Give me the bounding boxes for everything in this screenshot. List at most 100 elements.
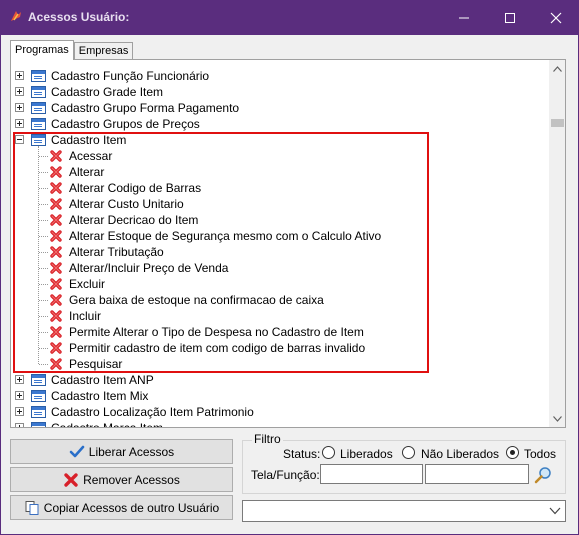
- tree-connector: [39, 364, 48, 365]
- radio-todos-label[interactable]: Todos: [524, 447, 556, 461]
- copiar-acessos-button[interactable]: Copiar Acessos de outro Usuário: [10, 495, 233, 520]
- tela-funcao-name-field[interactable]: [425, 464, 529, 484]
- tree-node[interactable]: Cadastro Localização Item Patrimonio: [11, 404, 549, 420]
- remover-acessos-label: Remover Acessos: [83, 472, 180, 487]
- denied-icon: [50, 294, 62, 306]
- liberar-acessos-label: Liberar Acessos: [88, 444, 175, 459]
- tree-permission[interactable]: Alterar Tributação: [11, 244, 549, 260]
- denied-icon: [50, 166, 62, 178]
- tree-permission-label: Alterar Estoque de Segurança mesmo com o…: [69, 229, 382, 243]
- tree-permission-label: Incluir: [69, 309, 102, 323]
- radio-liberados[interactable]: [322, 446, 335, 459]
- form-icon: [31, 70, 46, 82]
- denied-icon: [50, 230, 62, 242]
- app-icon: [11, 11, 21, 21]
- denied-icon: [50, 246, 62, 258]
- form-icon: [31, 118, 46, 130]
- tree-permission-label: Permitir cadastro de item com codigo de …: [69, 341, 366, 355]
- tree-node[interactable]: Cadastro Item: [11, 132, 549, 148]
- window-title: Acessos Usuário:: [28, 10, 130, 24]
- radio-nao-liberados-label[interactable]: Não Liberados: [421, 447, 499, 461]
- maximize-button[interactable]: [487, 0, 533, 35]
- expand-icon[interactable]: [15, 407, 24, 416]
- tree-permission[interactable]: Alterar: [11, 164, 549, 180]
- tree-node[interactable]: Cadastro Marca Item: [11, 420, 549, 427]
- tree-permission-label: Pesquisar: [69, 357, 123, 371]
- tree-node[interactable]: Cadastro Item Mix: [11, 388, 549, 404]
- search-icon[interactable]: [533, 465, 553, 485]
- denied-icon: [50, 310, 62, 322]
- tela-funcao-code-field[interactable]: [320, 464, 423, 484]
- tree-permission-label: Acessar: [69, 149, 113, 163]
- maximize-icon: [505, 12, 515, 23]
- tree-node[interactable]: Cadastro Grupo Forma Pagamento: [11, 100, 549, 116]
- tree-node[interactable]: Cadastro Item ANP: [11, 372, 549, 388]
- tree-permission[interactable]: Alterar Estoque de Segurança mesmo com o…: [11, 228, 549, 244]
- copy-icon: [25, 500, 39, 515]
- expand-icon[interactable]: [15, 103, 24, 112]
- tree-permission[interactable]: Permitir cadastro de item com codigo de …: [11, 340, 549, 356]
- tree-connector: [39, 316, 48, 317]
- tree-permission-label: Excluir: [69, 277, 106, 291]
- tab-empresas[interactable]: Empresas: [73, 42, 134, 60]
- tree-node-label: Cadastro Item Mix: [51, 389, 149, 403]
- tree-connector: [39, 252, 48, 253]
- scroll-thumb[interactable]: [551, 119, 564, 127]
- chevron-down-icon: [553, 415, 562, 422]
- tree-permission[interactable]: Permite Alterar o Tipo de Despesa no Cad…: [11, 324, 549, 340]
- tree-permission[interactable]: Alterar Decricao do Item: [11, 212, 549, 228]
- red-x-icon: [64, 472, 78, 487]
- permissions-tree[interactable]: Cadastro Função Funcionário Cadastro Grad…: [10, 59, 566, 428]
- tree-node-label: Cadastro Grupo Forma Pagamento: [51, 101, 240, 115]
- chevron-down-icon: [549, 507, 561, 515]
- tree-connector: [39, 172, 48, 173]
- denied-icon: [50, 198, 62, 210]
- tree-connector: [39, 204, 48, 205]
- tree-permission[interactable]: Pesquisar: [11, 356, 549, 372]
- tree-permission-label: Permite Alterar o Tipo de Despesa no Cad…: [69, 325, 364, 339]
- denied-icon: [50, 150, 62, 162]
- tree-permission[interactable]: Acessar: [11, 148, 549, 164]
- tree-permission[interactable]: Alterar Custo Unitario: [11, 196, 549, 212]
- radio-nao-liberados[interactable]: [402, 446, 415, 459]
- form-icon: [31, 390, 46, 402]
- expand-icon[interactable]: [15, 423, 24, 427]
- scroll-up-button[interactable]: [549, 60, 565, 77]
- expand-icon[interactable]: [15, 375, 24, 384]
- user-select[interactable]: [242, 500, 566, 522]
- radio-liberados-label[interactable]: Liberados: [340, 447, 393, 461]
- expand-icon[interactable]: [15, 87, 24, 96]
- tree-node[interactable]: Cadastro Grupos de Preços: [11, 116, 549, 132]
- close-button[interactable]: [533, 0, 579, 35]
- tree-permission[interactable]: Incluir: [11, 308, 549, 324]
- tree-permission-label: Alterar Codigo de Barras: [69, 181, 202, 195]
- expand-icon[interactable]: [15, 119, 24, 128]
- expand-icon[interactable]: [15, 71, 24, 80]
- tree-permission[interactable]: Alterar Codigo de Barras: [11, 180, 549, 196]
- tree-permission[interactable]: Gera baixa de estoque na confirmacao de …: [11, 292, 549, 308]
- radio-todos[interactable]: [506, 446, 519, 459]
- collapse-icon[interactable]: [15, 135, 24, 144]
- tree-node[interactable]: Cadastro Grade Item: [11, 84, 549, 100]
- expand-icon[interactable]: [15, 391, 24, 400]
- tree-permission-label: Gera baixa de estoque na confirmacao de …: [69, 293, 324, 307]
- status-label: Status:: [283, 447, 321, 461]
- tree-node[interactable]: Cadastro Função Funcionário: [11, 68, 549, 84]
- tab-programas[interactable]: Programas: [10, 40, 74, 60]
- tela-funcao-label: Tela/Função:: [251, 468, 320, 482]
- vertical-scrollbar[interactable]: [549, 60, 565, 427]
- form-icon: [31, 134, 46, 146]
- filter-legend: Filtro: [252, 432, 283, 446]
- tab-strip: Programas Empresas: [10, 40, 134, 60]
- tree-permission[interactable]: Alterar/Incluir Preço de Venda: [11, 260, 549, 276]
- title-bar: Acessos Usuário:: [0, 0, 579, 35]
- tree-permission[interactable]: Excluir: [11, 276, 549, 292]
- tree-node-label: Cadastro Função Funcionário: [51, 69, 210, 83]
- remover-acessos-button[interactable]: Remover Acessos: [10, 467, 233, 492]
- tree-node-label: Cadastro Item: [51, 133, 127, 147]
- tree-node-label: Cadastro Grade Item: [51, 85, 164, 99]
- tree-content: Cadastro Função Funcionário Cadastro Grad…: [11, 60, 549, 427]
- scroll-down-button[interactable]: [549, 410, 565, 427]
- minimize-button[interactable]: [441, 0, 487, 35]
- liberar-acessos-button[interactable]: Liberar Acessos: [10, 439, 233, 464]
